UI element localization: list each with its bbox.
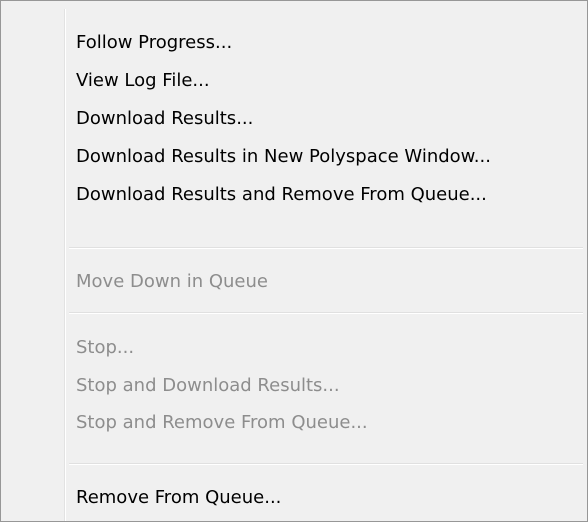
menu-item-stop[interactable]: Stop...: [67, 327, 583, 367]
icon-gutter-divider-highlight: [65, 9, 66, 521]
menu-item-stop-and-remove-from-queue[interactable]: Stop and Remove From Queue...: [67, 402, 583, 442]
menu-separator: [69, 247, 583, 249]
menu-item-stop-and-download-results[interactable]: Stop and Download Results...: [67, 365, 583, 405]
context-menu: Follow Progress... View Log File... Down…: [0, 0, 588, 522]
menu-item-download-results-new-window[interactable]: Download Results in New Polyspace Window…: [67, 136, 583, 176]
menu-item-follow-progress[interactable]: Follow Progress...: [67, 22, 583, 62]
menu-separator: [69, 312, 583, 314]
menu-item-remove-from-queue[interactable]: Remove From Queue...: [67, 477, 583, 517]
menu-item-move-down-in-queue[interactable]: Move Down in Queue: [67, 261, 583, 301]
menu-item-view-log-file[interactable]: View Log File...: [67, 60, 583, 100]
menu-separator: [69, 463, 583, 465]
menu-item-download-results-remove-from-queue[interactable]: Download Results and Remove From Queue..…: [67, 174, 583, 214]
menu-item-download-results[interactable]: Download Results...: [67, 98, 583, 138]
